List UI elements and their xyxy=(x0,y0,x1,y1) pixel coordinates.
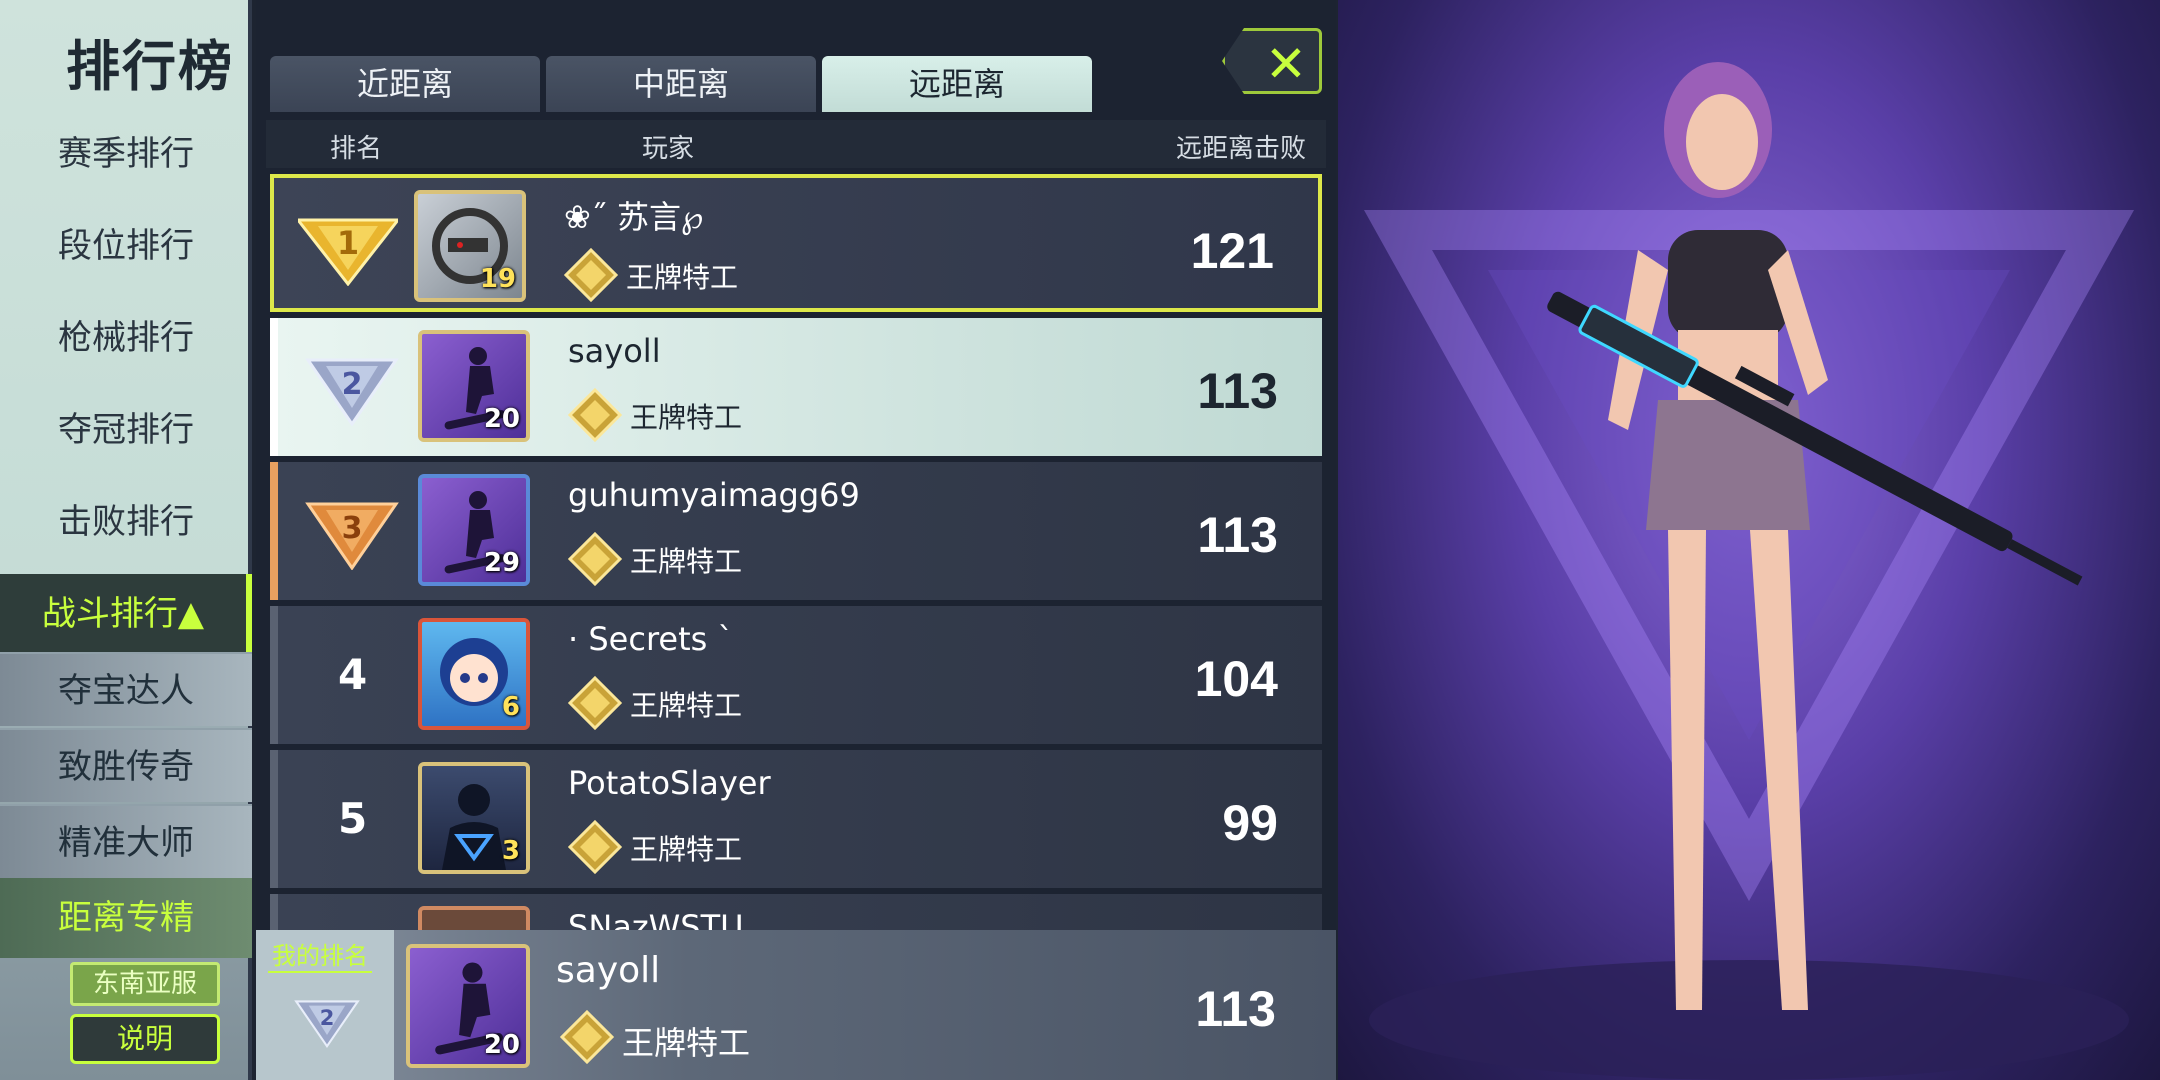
sidebar-item-kills[interactable]: 击败排行 xyxy=(0,482,252,562)
sidebar-item-combat[interactable]: 战斗排行▲ xyxy=(0,574,252,654)
my-avatar[interactable]: 20 xyxy=(406,944,530,1068)
region-button[interactable]: 东南亚服 xyxy=(70,962,220,1006)
avatar-level: 29 xyxy=(483,548,520,578)
header-rank: 排名 xyxy=(330,134,383,164)
leaderboard-title: 排行榜 xyxy=(66,35,234,98)
help-button[interactable]: 说明 xyxy=(70,1014,220,1064)
character-preview[interactable] xyxy=(1338,0,2160,1080)
my-player-title: 王牌特工 xyxy=(622,1024,751,1062)
avatar[interactable]: 3 xyxy=(418,762,530,874)
player-title: 王牌特工 xyxy=(630,833,743,866)
leaderboard-panel: 近距离 中距离 远距离 ✕ 排名 玩家 远距离击败 1 19 ❀˝ 苏言℘ 王牌… xyxy=(256,0,1336,1080)
my-rank-bar: 我的排名 2 20 sayoll 王牌特工 113 xyxy=(256,930,1336,1080)
avatar-level: 19 xyxy=(479,264,516,294)
avatar-level: 20 xyxy=(483,1030,520,1060)
rank-3-badge-icon: 3 xyxy=(305,502,399,570)
tab-close-range[interactable]: 近距离 xyxy=(270,56,540,112)
player-title: 王牌特工 xyxy=(630,545,743,578)
rank-1-badge-icon: 1 xyxy=(298,218,398,286)
player-name: PotatoSlayer xyxy=(568,764,771,802)
player-title: 王牌特工 xyxy=(626,261,739,294)
tab-mid-range[interactable]: 中距离 xyxy=(546,56,816,112)
rank-2-badge-icon: 2 xyxy=(305,358,399,426)
player-name: guhumyaimagg69 xyxy=(568,476,860,514)
table-header: 排名 玩家 远距离击败 xyxy=(266,120,1326,168)
my-kill-score: 113 xyxy=(1195,981,1276,1037)
table-row[interactable]: 3 29 guhumyaimagg69 王牌特工 113 xyxy=(270,462,1322,600)
kill-score: 121 xyxy=(1190,223,1274,279)
sidebar-item-wins[interactable]: 夺冠排行 xyxy=(0,390,252,470)
close-x-icon: ✕ xyxy=(1265,35,1307,93)
rank-number: 4 xyxy=(338,650,368,699)
sidebar-item-weapon[interactable]: 枪械排行 xyxy=(0,298,252,378)
sidebar-item-distance[interactable]: 距离专精 xyxy=(0,878,252,958)
sidebar-item-season[interactable]: 赛季排行 xyxy=(0,114,252,194)
sidebar-item-precision[interactable]: 精准大师 xyxy=(0,804,252,878)
table-row[interactable]: 5 3 PotatoSlayer 王牌特工 99 xyxy=(270,750,1322,888)
avatar[interactable]: 29 xyxy=(418,474,530,586)
player-title: 王牌特工 xyxy=(630,401,743,434)
my-rank-badge-icon: 2 xyxy=(294,1000,360,1049)
avatar[interactable]: 19 xyxy=(414,190,526,302)
leaderboard-sidebar: 排行榜 赛季排行 段位排行 枪械排行 夺冠排行 击败排行 战斗排行▲ 夺宝达人 … xyxy=(0,0,252,1080)
player-name: sayoll xyxy=(568,332,661,370)
table-row[interactable]: 1 19 ❀˝ 苏言℘ 王牌特工 121 xyxy=(270,174,1322,312)
my-rank-label: 我的排名 xyxy=(268,936,372,973)
avatar-level: 3 xyxy=(501,836,520,866)
kill-score: 99 xyxy=(1222,795,1278,851)
table-row[interactable]: SNazWSTU xyxy=(270,894,1322,930)
kill-score: 113 xyxy=(1197,363,1278,419)
avatar-level: 20 xyxy=(483,404,520,434)
ace-agent-medal-icon xyxy=(568,676,622,730)
sidebar-item-treasure[interactable]: 夺宝达人 xyxy=(0,652,252,726)
rank-2-number: 2 xyxy=(342,367,363,402)
table-row[interactable]: 4 6 · Secrets ` 王牌特工 104 xyxy=(270,606,1322,744)
ace-agent-medal-icon xyxy=(568,532,622,586)
avatar-level: 6 xyxy=(501,692,520,722)
ace-agent-medal-icon xyxy=(560,1010,614,1064)
my-rank-number: 2 xyxy=(320,1006,335,1030)
kill-score: 104 xyxy=(1194,651,1278,707)
sidebar-item-tier[interactable]: 段位排行 xyxy=(0,206,252,286)
avatar[interactable]: 6 xyxy=(418,618,530,730)
tab-long-range[interactable]: 远距离 xyxy=(822,56,1092,112)
header-player: 玩家 xyxy=(642,134,695,164)
ace-agent-medal-icon xyxy=(564,248,618,302)
character-illustration xyxy=(1363,62,2135,1080)
kill-score: 113 xyxy=(1197,507,1278,563)
ace-agent-medal-icon xyxy=(568,820,622,874)
player-name: SNazWSTU xyxy=(568,908,744,930)
player-title: 王牌特工 xyxy=(630,689,743,722)
avatar[interactable] xyxy=(418,906,530,930)
rank-1-number: 1 xyxy=(337,224,359,262)
rank-3-number: 3 xyxy=(342,511,363,546)
ace-agent-medal-icon xyxy=(568,388,622,442)
my-player-name: sayoll xyxy=(556,950,661,991)
ranking-list[interactable]: 1 19 ❀˝ 苏言℘ 王牌特工 121 2 20 sayoll 王牌特工 11… xyxy=(270,170,1322,930)
rank-number: 5 xyxy=(338,794,368,843)
close-button[interactable]: ✕ xyxy=(1222,28,1322,94)
table-row[interactable]: 2 20 sayoll 王牌特工 113 xyxy=(270,318,1322,456)
avatar[interactable]: 20 xyxy=(418,330,530,442)
player-name: · Secrets ` xyxy=(568,620,734,658)
player-name: ❀˝ 苏言℘ xyxy=(564,198,704,236)
header-score: 远距离击败 xyxy=(1175,134,1306,164)
sidebar-item-legend[interactable]: 致胜传奇 xyxy=(0,728,252,802)
